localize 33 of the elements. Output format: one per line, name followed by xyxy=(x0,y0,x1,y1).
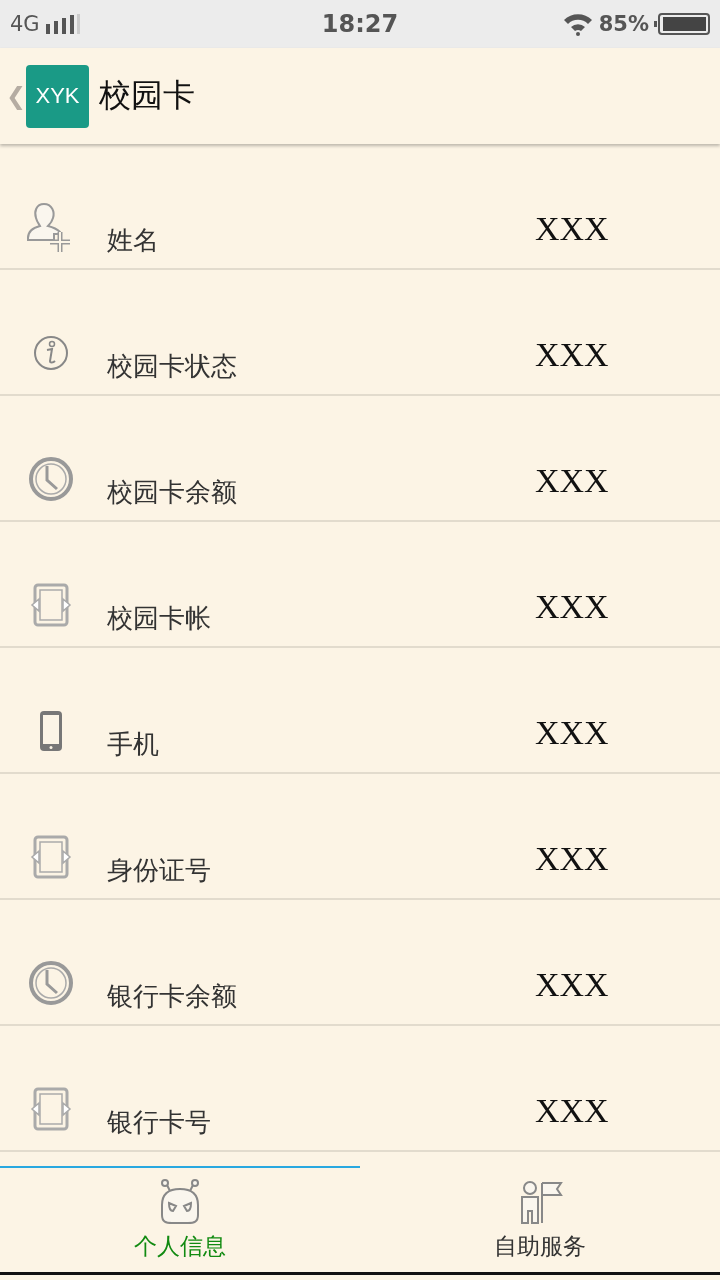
field-label: 校园卡状态 xyxy=(107,350,238,383)
field-label: 校园卡帐 xyxy=(107,602,212,635)
field-value: XXX xyxy=(535,462,609,500)
field-label: 身份证号 xyxy=(107,854,212,887)
bottom-tab[interactable]: 自助服务 xyxy=(360,1166,720,1272)
field-label: 姓名 xyxy=(107,224,160,257)
field-value: XXX xyxy=(535,1092,609,1130)
clock-icon xyxy=(28,960,74,1006)
card-swap-icon xyxy=(30,835,72,879)
card-swap-icon xyxy=(30,1087,72,1131)
battery-icon xyxy=(654,13,710,35)
field-value: XXX xyxy=(535,210,609,248)
field-label: 校园卡余额 xyxy=(107,476,238,509)
clock-time: 18:27 xyxy=(321,10,399,38)
network-type: 4G xyxy=(10,12,40,36)
field-value: XXX xyxy=(535,966,609,1004)
page-title: 校园卡 xyxy=(99,75,195,116)
bottom-tab[interactable]: 个人信息 xyxy=(0,1166,360,1272)
field-value: XXX xyxy=(535,840,609,878)
field-label: 银行卡号 xyxy=(107,1106,212,1139)
field-label: 银行卡余额 xyxy=(107,980,238,1013)
info-icon xyxy=(33,335,69,371)
field-value: XXX xyxy=(535,714,609,752)
battery-percent: 85% xyxy=(598,12,649,36)
field-label: 手机 xyxy=(107,728,160,761)
bug-face-icon xyxy=(158,1178,202,1225)
app-logo: XYK xyxy=(26,64,89,128)
field-value: XXX xyxy=(535,588,609,626)
signal-icon xyxy=(44,14,81,34)
phone-icon xyxy=(39,710,63,752)
field-value: XXX xyxy=(535,336,609,374)
card-swap-icon xyxy=(30,583,72,627)
clock-icon xyxy=(28,456,74,502)
